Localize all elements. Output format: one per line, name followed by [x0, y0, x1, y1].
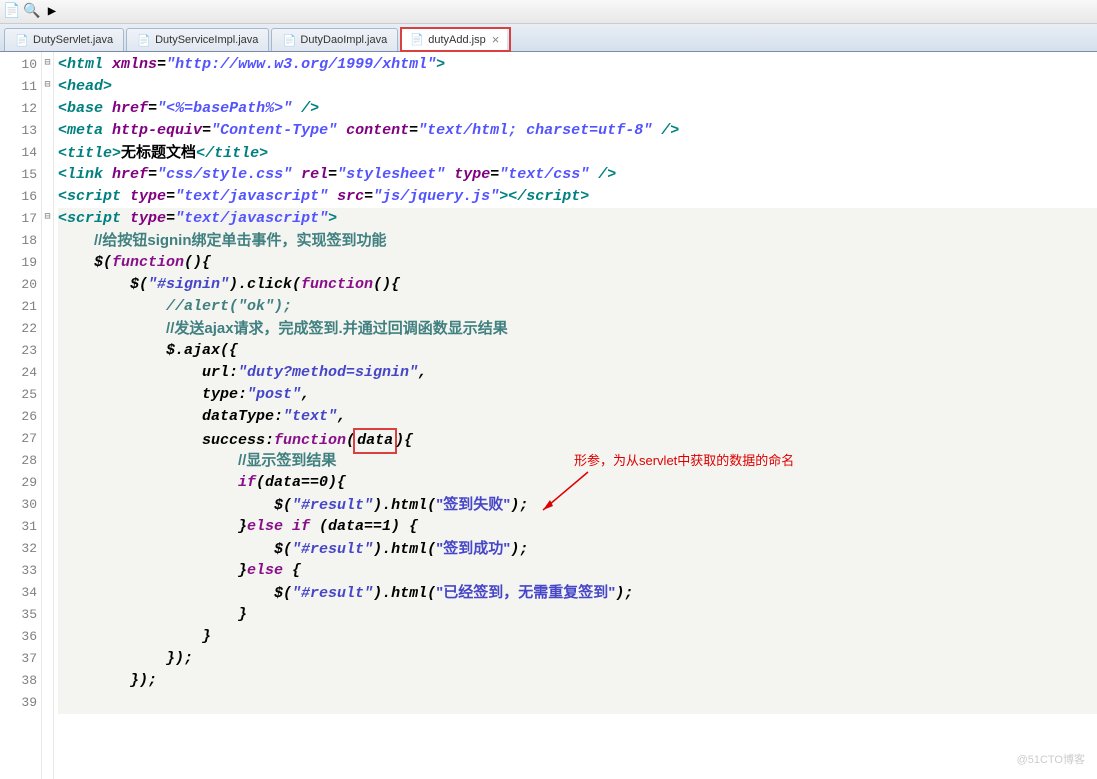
line-number: 11: [0, 76, 37, 98]
line-number: 18: [0, 230, 37, 252]
line-number: 23: [0, 340, 37, 362]
annotation-text: 形参，为从servlet中获取的数据的命名: [574, 450, 794, 472]
line-number: 39: [0, 692, 37, 714]
line-number: 14: [0, 142, 37, 164]
java-file-icon: 📄: [137, 33, 151, 47]
fold-marker[interactable]: ⊟: [42, 206, 53, 228]
line-number: 13: [0, 120, 37, 142]
watermark: @51CTO博客: [1017, 749, 1085, 771]
toolbar-icon[interactable]: 📄: [4, 4, 20, 20]
toolbar-icon[interactable]: ▶: [44, 4, 60, 20]
line-number: 29: [0, 472, 37, 494]
fold-column: ⊟ ⊟ ⊟: [42, 52, 54, 779]
tab-dutyservlet[interactable]: 📄 DutyServlet.java: [4, 28, 124, 51]
editor-tabs: 📄 DutyServlet.java 📄 DutyServiceImpl.jav…: [0, 24, 1097, 52]
line-numbers: 10 11 12 13 14 15 16 17 18 19 20 21 22 2…: [0, 52, 42, 779]
line-number: 21: [0, 296, 37, 318]
line-number: 31: [0, 516, 37, 538]
line-number: 26: [0, 406, 37, 428]
fold-marker[interactable]: ⊟: [42, 74, 53, 96]
line-number: 32: [0, 538, 37, 560]
line-number: 20: [0, 274, 37, 296]
line-number: 34: [0, 582, 37, 604]
line-number: 38: [0, 670, 37, 692]
editor-area: 10 11 12 13 14 15 16 17 18 19 20 21 22 2…: [0, 52, 1097, 779]
line-number: 16: [0, 186, 37, 208]
toolbar: 📄 🔍 ▶: [0, 0, 1097, 24]
tab-label: DutyServlet.java: [33, 34, 113, 46]
line-number: 12: [0, 98, 37, 120]
java-file-icon: 📄: [15, 33, 29, 47]
line-number: 36: [0, 626, 37, 648]
highlighted-param: data: [353, 428, 397, 454]
line-number: 17: [0, 208, 37, 230]
tab-dutydaoimpl[interactable]: 📄 DutyDaoImpl.java: [271, 28, 398, 51]
tab-label: DutyServiceImpl.java: [155, 34, 258, 46]
tab-dutyserviceimpl[interactable]: 📄 DutyServiceImpl.java: [126, 28, 269, 51]
tab-label: dutyAdd.jsp: [428, 34, 485, 46]
line-number: 30: [0, 494, 37, 516]
fold-marker[interactable]: ⊟: [42, 52, 53, 74]
line-number: 28: [0, 450, 37, 472]
tab-dutyadd-active[interactable]: 📄 dutyAdd.jsp ×: [402, 29, 507, 50]
toolbar-icon[interactable]: 🔍: [24, 4, 40, 20]
java-file-icon: 📄: [282, 33, 296, 47]
line-number: 10: [0, 54, 37, 76]
line-number: 25: [0, 384, 37, 406]
line-number: 33: [0, 560, 37, 582]
close-icon[interactable]: ×: [492, 32, 500, 47]
line-number: 35: [0, 604, 37, 626]
active-tab-highlight: 📄 dutyAdd.jsp ×: [400, 27, 511, 52]
line-number: 24: [0, 362, 37, 384]
arrow-icon: [538, 470, 598, 520]
code-content[interactable]: <html xmlns="http://www.w3.org/1999/xhtm…: [54, 52, 1097, 779]
line-number: 22: [0, 318, 37, 340]
line-number: 19: [0, 252, 37, 274]
line-number: 27: [0, 428, 37, 450]
jsp-file-icon: 📄: [410, 33, 424, 47]
tab-label: DutyDaoImpl.java: [300, 34, 387, 46]
line-number: 15: [0, 164, 37, 186]
line-number: 37: [0, 648, 37, 670]
